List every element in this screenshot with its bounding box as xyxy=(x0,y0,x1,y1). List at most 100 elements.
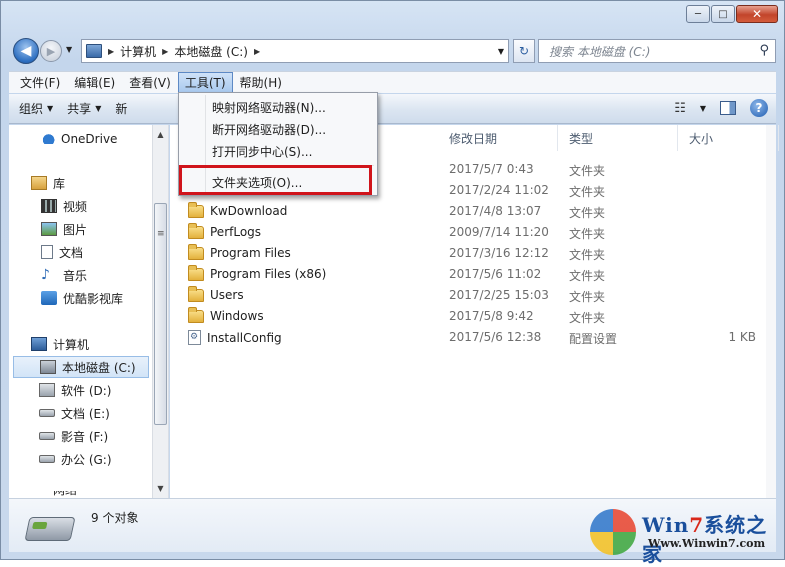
menu-item-disconnect-network-drive[interactable]: 断开网络驱动器(D)... xyxy=(212,118,326,140)
new-folder-button[interactable]: 新 xyxy=(115,100,127,117)
sidebar-item-label: 软件 (D:) xyxy=(61,383,112,398)
folder-icon xyxy=(188,306,204,323)
sidebar-item-youku-library[interactable]: 优酷影视库 xyxy=(41,287,123,309)
menu-bar: 文件(F) 编辑(E) 查看(V) 工具(T) 帮助(H) xyxy=(9,71,776,93)
search-input[interactable]: 搜索 本地磁盘 (C:) ⚲ xyxy=(538,39,776,63)
sidebar-item-label: 优酷影视库 xyxy=(63,291,124,306)
folder-icon xyxy=(188,285,204,302)
sidebar-item-label: 音乐 xyxy=(63,268,88,283)
table-row[interactable]: Users 2017/2/25 15:03 文件夹 xyxy=(170,285,776,306)
file-date: 2017/2/25 15:03 xyxy=(449,288,549,302)
menu-item-open-sync-center[interactable]: 打开同步中心(S)... xyxy=(212,140,312,162)
share-button[interactable]: 共享 ▼ xyxy=(67,100,101,117)
column-header-date[interactable]: 修改日期 xyxy=(439,125,558,151)
highlight-annotation-box xyxy=(179,165,372,195)
breadcrumb-separator-icon[interactable]: ▶ xyxy=(254,47,260,56)
system-drive-icon xyxy=(40,360,56,374)
file-type: 文件夹 xyxy=(569,227,606,241)
sidebar-item-libraries[interactable]: 库 xyxy=(31,172,65,194)
address-dropdown-icon[interactable]: ▼ xyxy=(498,47,504,56)
sidebar-item-label: 视频 xyxy=(63,199,88,214)
picture-icon xyxy=(41,222,57,236)
watermark-title-win: Win xyxy=(642,513,690,537)
file-type: 文件夹 xyxy=(569,290,606,304)
file-type: 配置设置 xyxy=(569,332,618,346)
sidebar-item-drive-e[interactable]: 文档 (E:) xyxy=(39,402,110,424)
drive-icon xyxy=(39,383,55,397)
windows-logo-icon xyxy=(590,509,636,555)
sidebar-item-label: 计算机 xyxy=(53,337,90,352)
sidebar-item-label: 文档 xyxy=(59,245,84,260)
table-row[interactable]: KwDownload 2017/4/8 13:07 文件夹 xyxy=(170,201,776,222)
menu-file[interactable]: 文件(F) xyxy=(13,72,67,93)
file-date: 2017/4/8 13:07 xyxy=(449,204,542,218)
sidebar-item-label: 影音 (F:) xyxy=(61,429,109,444)
file-name: KwDownload xyxy=(210,204,288,218)
file-date: 2017/5/6 11:02 xyxy=(449,267,542,281)
folder-icon xyxy=(188,243,204,260)
change-view-icon[interactable]: ☷ xyxy=(674,101,686,116)
cloud-icon xyxy=(39,134,55,144)
breadcrumb-separator-icon[interactable]: ▶ xyxy=(108,47,114,56)
column-header-type[interactable]: 类型 xyxy=(559,125,678,151)
sidebar-scrollbar[interactable]: ▲ ≡ ▼ xyxy=(152,125,168,498)
forward-button[interactable]: ▶ xyxy=(40,40,62,62)
breadcrumb-computer[interactable]: 计算机 xyxy=(120,43,156,60)
watermark-url: Www.Winwin7.com xyxy=(648,537,766,550)
close-button[interactable]: ✕ xyxy=(736,5,778,23)
drive-icon xyxy=(39,455,55,463)
computer-icon xyxy=(31,337,47,351)
sidebar-item-onedrive[interactable]: OneDrive xyxy=(39,128,117,150)
table-row[interactable]: PerfLogs 2009/7/14 11:20 文件夹 xyxy=(170,222,776,243)
file-list-scroll-gutter xyxy=(766,125,776,498)
table-row[interactable]: Windows 2017/5/8 9:42 文件夹 xyxy=(170,306,776,327)
file-name: PerfLogs xyxy=(210,225,262,239)
organize-button[interactable]: 组织 ▼ xyxy=(19,100,53,117)
sidebar-item-drive-f[interactable]: 影音 (F:) xyxy=(39,425,108,447)
scrollbar-grip-icon: ≡ xyxy=(157,229,165,239)
minimize-button[interactable]: ─ xyxy=(686,5,710,23)
menu-help[interactable]: 帮助(H) xyxy=(233,72,289,93)
sidebar-item-documents[interactable]: 文档 xyxy=(41,241,83,263)
menu-view[interactable]: 查看(V) xyxy=(122,72,178,93)
sidebar-item-drive-d[interactable]: 软件 (D:) xyxy=(39,379,111,401)
refresh-button[interactable]: ↻ xyxy=(513,39,535,63)
menu-edit[interactable]: 编辑(E) xyxy=(67,72,122,93)
table-row[interactable]: Program Files (x86) 2017/5/6 11:02 文件夹 xyxy=(170,264,776,285)
scroll-down-icon[interactable]: ▼ xyxy=(153,481,168,496)
video-icon xyxy=(41,199,57,213)
file-type: 文件夹 xyxy=(569,164,606,178)
item-count: 9 个对象 xyxy=(91,511,139,525)
column-header-size[interactable]: 大小 xyxy=(679,125,779,151)
breadcrumb-drive-c[interactable]: 本地磁盘 (C:) xyxy=(174,43,248,60)
sidebar-item-music[interactable]: ♪ 音乐 xyxy=(41,264,87,286)
help-icon[interactable]: ? xyxy=(750,99,768,117)
table-row[interactable]: Program Files 2017/3/16 12:12 文件夹 xyxy=(170,243,776,264)
sidebar-item-videos[interactable]: 视频 xyxy=(41,195,87,217)
address-bar[interactable]: ▶ 计算机 ▶ 本地磁盘 (C:) ▶ ▼ xyxy=(81,39,509,63)
sidebar-item-drive-c[interactable]: 本地磁盘 (C:) xyxy=(13,356,149,378)
sidebar-item-label: 图片 xyxy=(63,222,88,237)
computer-icon xyxy=(86,44,102,58)
back-button[interactable]: ◀ xyxy=(13,38,39,64)
search-icon[interactable]: ⚲ xyxy=(759,43,769,58)
file-name: InstallConfig xyxy=(207,330,282,345)
maximize-button[interactable]: □ xyxy=(711,5,735,23)
menu-tools[interactable]: 工具(T) xyxy=(177,72,233,93)
file-date: 2009/7/14 11:20 xyxy=(449,225,549,239)
view-options-dropdown-icon[interactable]: ▼ xyxy=(700,104,706,113)
music-note-icon: ♪ xyxy=(41,267,50,283)
file-type: 文件夹 xyxy=(569,185,606,199)
scroll-up-icon[interactable]: ▲ xyxy=(153,127,168,142)
preview-pane-icon[interactable] xyxy=(720,101,736,115)
document-icon xyxy=(41,245,53,259)
breadcrumb-separator-icon[interactable]: ▶ xyxy=(162,47,168,56)
sidebar-item-drive-g[interactable]: 办公 (G:) xyxy=(39,448,112,470)
sidebar-item-computer[interactable]: 计算机 xyxy=(31,333,89,355)
folder-icon xyxy=(188,201,204,218)
table-row[interactable]: InstallConfig 2017/5/6 12:38 配置设置 1 KB xyxy=(170,327,776,348)
recent-pages-dropdown[interactable]: ▼ xyxy=(66,45,72,54)
menu-item-map-network-drive[interactable]: 映射网络驱动器(N)... xyxy=(212,96,326,118)
sidebar-item-pictures[interactable]: 图片 xyxy=(41,218,87,240)
dropdown-arrow-icon: ▼ xyxy=(47,104,54,113)
